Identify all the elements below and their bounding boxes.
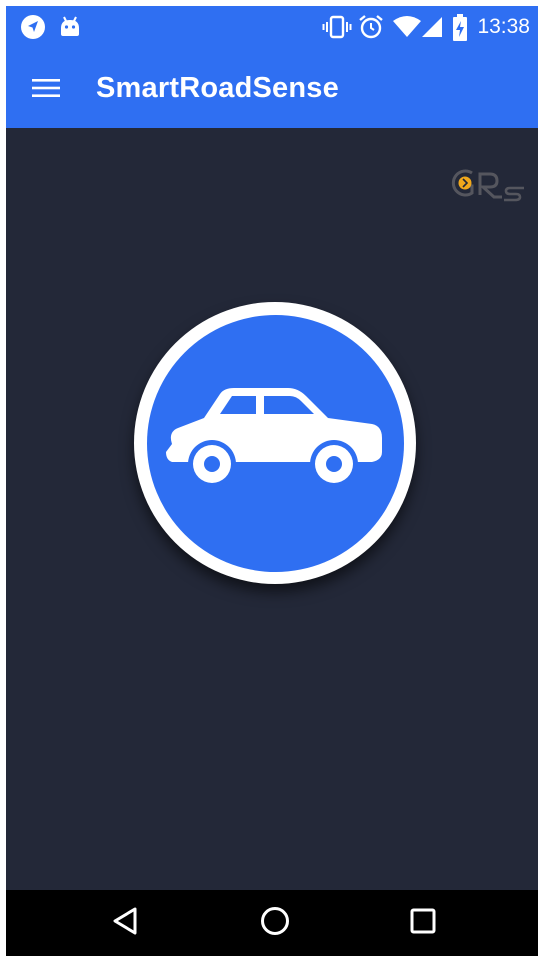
- back-icon: [111, 906, 139, 941]
- hamburger-menu-icon: [31, 77, 61, 104]
- home-button[interactable]: [250, 900, 300, 946]
- status-bar: 13:38: [6, 6, 538, 48]
- car-icon: [164, 386, 386, 501]
- status-time: 13:38: [477, 15, 530, 38]
- app-bar: SmartRoadSense: [6, 48, 538, 128]
- back-button[interactable]: [100, 900, 150, 946]
- navigation-bar: [6, 890, 538, 956]
- home-icon: [259, 905, 291, 942]
- car-button-face: [146, 314, 404, 572]
- recents-icon: [409, 907, 437, 940]
- recents-button[interactable]: [398, 900, 448, 946]
- wifi-icon: [392, 14, 422, 45]
- alarm-icon: [358, 14, 384, 45]
- vibrate-icon: [322, 14, 352, 45]
- app-title: SmartRoadSense: [96, 72, 339, 104]
- navigation-icon: [20, 14, 46, 45]
- battery-charging-icon: [452, 14, 468, 47]
- android-debug-icon: [58, 14, 82, 45]
- srs-logo-icon: [448, 166, 528, 204]
- menu-button[interactable]: [24, 70, 68, 110]
- vehicle-select-button[interactable]: [134, 302, 416, 584]
- cell-signal-icon: [420, 14, 444, 45]
- app-screen: 13:38 SmartRoadSense: [6, 6, 538, 956]
